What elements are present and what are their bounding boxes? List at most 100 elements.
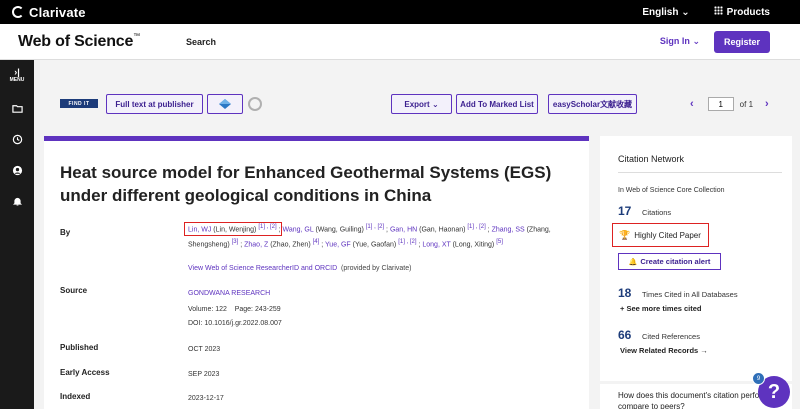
signin-link[interactable]: Sign In ⌄: [660, 36, 700, 47]
view-related-link[interactable]: View Related Records →: [620, 346, 708, 355]
products-menu[interactable]: Products: [713, 6, 770, 18]
chevron-left-icon[interactable]: ‹: [690, 98, 694, 110]
chevron-right-icon[interactable]: ›: [765, 98, 769, 110]
citation-network-card: Citation Network In Web of Science Core …: [600, 136, 792, 381]
record-title: Heat source model for Enhanced Geotherma…: [60, 163, 552, 205]
author-affiliation-refs[interactable]: [1] , [2]: [258, 224, 276, 230]
source-name[interactable]: GONDWANA RESEARCH: [188, 288, 270, 299]
wos-header: Web of Science™ Search Sign In ⌄ Registe…: [0, 24, 800, 60]
author-list: Lin, WJ (Lin, Wenjing) [1] , [2] ; Wang,…: [188, 221, 583, 252]
chevron-down-icon: ⌄: [681, 6, 690, 18]
indexed-label: Indexed: [60, 392, 91, 401]
record-toolbar: FIND IT Full text at publisher Export ⌄ …: [34, 60, 800, 124]
menu-label: MENU: [9, 77, 25, 83]
author-affiliation-refs[interactable]: [1] , [2]: [398, 239, 416, 245]
help-badge: 9: [752, 372, 765, 385]
clarivate-logo[interactable]: Clarivate: [12, 5, 86, 20]
author-fullname: (Lin, Wenjing): [211, 226, 257, 234]
clarivate-logo-icon: [12, 6, 24, 18]
researcher-note: (provided by Clarivate): [341, 265, 412, 272]
library-link-button[interactable]: [207, 94, 243, 114]
cited-refs-label: Cited References: [642, 332, 700, 341]
trophy-icon: 🏆: [619, 229, 631, 240]
record-card: Heat source model for Enhanced Geotherma…: [44, 136, 589, 409]
early-access-value: SEP 2023: [188, 371, 220, 378]
alert-label: Create citation alert: [640, 257, 711, 266]
chevron-down-icon: ⌄: [431, 99, 439, 109]
author-fullname: (Long, Xiting): [450, 241, 495, 249]
core-collection-label: In Web of Science Core Collection: [618, 187, 725, 194]
early-access-label: Early Access: [60, 368, 110, 377]
clarivate-brand-text: Clarivate: [29, 4, 86, 20]
author-link[interactable]: Zhao, Z: [244, 242, 268, 249]
signin-label: Sign In: [659, 36, 690, 46]
history-icon[interactable]: [12, 134, 23, 145]
bell-icon[interactable]: [12, 196, 23, 207]
bell-icon: 🔔: [628, 258, 638, 266]
highly-cited-badge[interactable]: 🏆 Highly Cited Paper: [612, 223, 709, 247]
full-text-button[interactable]: Full text at publisher: [106, 94, 203, 114]
menu-toggle[interactable]: ›| MENU: [9, 67, 25, 84]
citations-count[interactable]: 17: [618, 204, 631, 218]
published-label: Published: [60, 343, 99, 352]
chevron-down-icon: ⌄: [692, 36, 700, 46]
left-sidebar: ›| MENU: [0, 60, 34, 409]
author-link[interactable]: Wang, GL: [283, 226, 314, 233]
refresh-logo-icon[interactable]: [248, 97, 262, 111]
researcher-row: View Web of Science ResearcherID and ORC…: [188, 263, 411, 274]
author-link[interactable]: Zhang, SS: [492, 226, 525, 233]
times-cited-label: Times Cited in All Databases: [642, 290, 738, 299]
author-link[interactable]: Yue, GF: [325, 242, 351, 249]
by-label: By: [60, 228, 71, 237]
divider: [618, 172, 782, 173]
author-fullname: (Zhao, Zhen): [268, 241, 311, 249]
findit-button[interactable]: FIND IT: [60, 99, 98, 108]
record-pager: ‹ of 1 ›: [690, 97, 769, 111]
researcher-link[interactable]: View Web of Science ResearcherID and ORC…: [188, 265, 337, 272]
diamond-logo-icon: [219, 99, 231, 109]
source-label: Source: [60, 286, 88, 295]
page-input[interactable]: [707, 97, 734, 111]
register-button[interactable]: Register: [713, 30, 770, 53]
times-cited-count[interactable]: 18: [618, 286, 631, 300]
doi-text: DOI: 10.1016/j.gr.2022.08.007: [188, 320, 282, 327]
author-affiliation-refs[interactable]: [1] , [2]: [467, 224, 485, 230]
products-label: Products: [726, 7, 770, 18]
export-button[interactable]: Export ⌄: [391, 94, 452, 114]
user-icon[interactable]: [12, 165, 23, 176]
export-label: Export: [404, 99, 430, 109]
citations-label: Citations: [642, 208, 672, 217]
help-symbol: ?: [767, 380, 781, 403]
volume-text: Volume: 122: [188, 306, 227, 313]
author-link[interactable]: Long, XT: [422, 242, 450, 249]
highly-cited-label: Highly Cited Paper: [634, 230, 701, 240]
author-affiliation-refs[interactable]: [1] , [2]: [366, 224, 384, 230]
grid-icon: [713, 6, 723, 15]
wos-logo-text: Web of Science: [18, 32, 134, 50]
folder-icon[interactable]: [11, 103, 23, 114]
add-to-marked-list-button[interactable]: Add To Marked List: [456, 94, 538, 114]
author-affiliation-refs[interactable]: [5]: [496, 239, 503, 245]
cited-refs-count[interactable]: 66: [618, 328, 631, 342]
citation-network-title: Citation Network: [618, 154, 685, 164]
published-value: OCT 2023: [188, 346, 221, 353]
clarivate-topbar: Clarivate English ⌄ Products: [0, 0, 800, 24]
easyscholar-button[interactable]: easyScholar文献收藏: [548, 94, 637, 114]
author-link[interactable]: Gan, HN: [390, 226, 417, 233]
language-selector[interactable]: English ⌄: [642, 7, 689, 18]
menu-arrow-icon: ›|: [14, 67, 20, 77]
wos-logo-tm: ™: [133, 32, 140, 40]
author-fullname: (Yue, Gaofan): [350, 241, 397, 249]
see-more-link[interactable]: + See more times cited: [620, 304, 702, 313]
source-name-link: GONDWANA RESEARCH: [188, 290, 271, 297]
create-citation-alert-button[interactable]: 🔔 Create citation alert: [618, 253, 721, 270]
author-link[interactable]: Lin, WJ: [188, 226, 211, 233]
author-fullname: (Gan, Haonan): [417, 226, 466, 234]
author-fullname: (Wang, Guiling): [313, 226, 364, 234]
page-total: of 1: [739, 99, 754, 109]
language-label: English: [642, 6, 679, 18]
nav-search-link[interactable]: Search: [186, 37, 216, 47]
wos-logo[interactable]: Web of Science™: [18, 33, 140, 51]
volume-pages: Volume: 122 Page: 243-259: [188, 304, 281, 315]
pages-text: Page: 243-259: [234, 306, 281, 313]
